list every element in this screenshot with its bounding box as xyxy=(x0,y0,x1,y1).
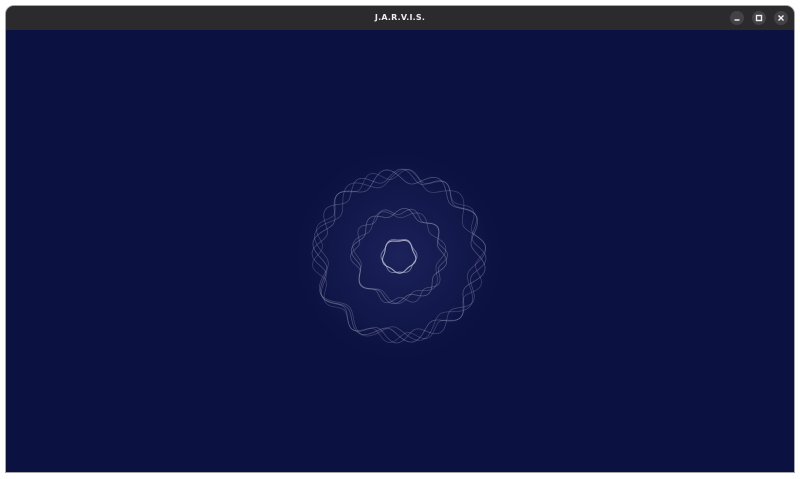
maximize-icon xyxy=(755,14,763,22)
visualizer-canvas xyxy=(6,30,794,472)
maximize-button[interactable] xyxy=(752,11,766,25)
minimize-button[interactable] xyxy=(730,11,744,25)
close-icon xyxy=(778,15,784,21)
audio-orb-visualizer xyxy=(289,146,509,366)
app-window: J.A.R.V.I.S. xyxy=(6,6,794,472)
orb-glow xyxy=(289,146,509,366)
close-button[interactable] xyxy=(774,11,788,25)
title-bar[interactable]: J.A.R.V.I.S. xyxy=(6,6,794,30)
window-title: J.A.R.V.I.S. xyxy=(374,13,426,22)
window-controls xyxy=(730,11,788,25)
minimize-icon xyxy=(734,19,740,21)
